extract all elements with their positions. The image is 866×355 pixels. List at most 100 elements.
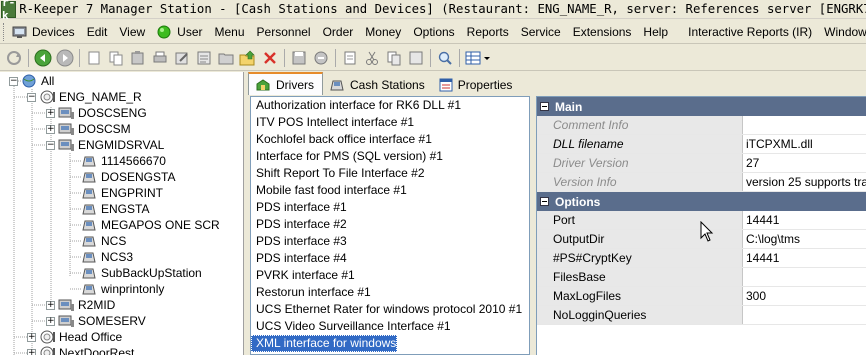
tab-drivers[interactable]: Drivers xyxy=(248,72,323,95)
collapse-icon[interactable]: − xyxy=(27,92,36,102)
edit-icon[interactable] xyxy=(172,48,192,68)
property-value[interactable]: 300 xyxy=(743,287,866,305)
list-item[interactable]: UCS Video Surveillance Interface #1 xyxy=(251,318,529,335)
forward-icon[interactable] xyxy=(55,48,75,68)
tree-node-all[interactable]: − All xyxy=(9,73,54,89)
folder-up-icon[interactable] xyxy=(238,48,258,68)
drivers-list[interactable]: Authorization interface for RK6 DLL #1 I… xyxy=(250,96,530,355)
list-item[interactable]: PDS interface #3 xyxy=(251,233,529,250)
list-item[interactable]: UCS Ethernet Rater for windows protocol … xyxy=(251,301,529,318)
tree-node-station[interactable]: ENGPRINT xyxy=(81,185,163,201)
menu-interactive-reports[interactable]: Interactive Reports (IR) xyxy=(682,21,818,43)
list-item[interactable]: PDS interface #1 xyxy=(251,199,529,216)
save-icon[interactable] xyxy=(289,48,309,68)
tree-node-restaurant[interactable]: + NextDoorRest xyxy=(27,345,134,355)
menu-help[interactable]: Help xyxy=(637,21,674,43)
tree-node-cash-server[interactable]: + R2MID xyxy=(46,297,115,313)
menu-reports[interactable]: Reports xyxy=(461,21,515,43)
collapse-icon[interactable]: − xyxy=(9,76,18,86)
menubar-grip[interactable] xyxy=(3,22,4,41)
tree-node-cash-server[interactable]: − ENGMIDSRVAL xyxy=(46,137,164,153)
copy-icon[interactable] xyxy=(106,48,126,68)
copy-doc-icon[interactable] xyxy=(384,48,404,68)
property-row[interactable]: Comment Info xyxy=(537,116,866,135)
property-row[interactable]: Driver Version 27 xyxy=(537,154,866,173)
list-item[interactable]: Interface for PMS (SQL version) #1 xyxy=(251,148,529,165)
list-item[interactable]: PVRK interface #1 xyxy=(251,267,529,284)
tree-node-station[interactable]: MEGAPOS ONE SCR xyxy=(81,217,220,233)
property-value[interactable]: C:\log\tms xyxy=(743,230,866,248)
tree-node-cash-server[interactable]: + DOSCSENG xyxy=(46,105,147,121)
panel-splitter[interactable] xyxy=(531,96,535,355)
cut-icon[interactable] xyxy=(362,48,382,68)
property-value[interactable] xyxy=(743,116,866,134)
delete-icon[interactable] xyxy=(260,48,280,68)
find-icon[interactable] xyxy=(435,48,455,68)
list-item[interactable]: Kochlofel back office interface #1 xyxy=(251,131,529,148)
tab-cash-stations[interactable]: Cash Stations xyxy=(323,74,433,95)
list-item-selected[interactable]: XML interface for windows #1 xyxy=(251,335,413,352)
menu-menu[interactable]: Menu xyxy=(209,21,251,43)
tree-node-station[interactable]: NCS xyxy=(81,233,126,249)
property-row[interactable]: #PS#CryptKey 14441 xyxy=(537,249,866,268)
property-row[interactable]: FilesBase xyxy=(537,268,866,287)
back-icon[interactable] xyxy=(33,48,53,68)
property-row[interactable]: NoLogginQueries xyxy=(537,306,866,325)
property-value[interactable]: iTCPXML.dll xyxy=(743,135,866,153)
collapse-icon[interactable]: − xyxy=(46,140,55,150)
property-row[interactable]: DLL filename iTCPXML.dll xyxy=(537,135,866,154)
expand-icon[interactable]: + xyxy=(46,124,55,134)
tree-node-restaurant[interactable]: − ENG_NAME_R xyxy=(27,89,142,105)
list-item[interactable]: Restorun interface #1 xyxy=(251,284,529,301)
property-row[interactable]: MaxLogFiles 300 xyxy=(537,287,866,306)
menu-view[interactable]: View xyxy=(113,21,151,43)
list-item[interactable]: Authorization interface for RK6 DLL #1 xyxy=(251,97,529,114)
expand-icon[interactable]: + xyxy=(27,348,36,355)
property-value[interactable]: version 25 supports transp xyxy=(743,173,866,191)
menu-money[interactable]: Money xyxy=(359,21,407,43)
tree-node-cash-server[interactable]: + DOSCSM xyxy=(46,121,131,137)
paste-icon[interactable] xyxy=(128,48,148,68)
tree-node-station[interactable]: SubBackUpStation xyxy=(81,265,202,281)
menu-options[interactable]: Options xyxy=(407,21,460,43)
tree-node-station[interactable]: NCS3 xyxy=(81,249,133,265)
folder-icon[interactable] xyxy=(216,48,236,68)
menu-devices[interactable]: Devices xyxy=(6,21,81,43)
list-item[interactable]: Shift Report To File Interface #2 xyxy=(251,165,529,182)
property-value[interactable]: 27 xyxy=(743,154,866,172)
tree-node-station[interactable]: ENGSTA xyxy=(81,201,149,217)
menu-window[interactable]: Window xyxy=(818,21,866,43)
property-value[interactable]: 14441 xyxy=(743,211,866,229)
collapse-icon[interactable] xyxy=(540,197,549,206)
new-icon[interactable] xyxy=(84,48,104,68)
list-item[interactable]: ITV POS Intellect interface #1 xyxy=(251,114,529,131)
tree-node-station[interactable]: DOSENGSTA xyxy=(81,169,175,185)
grid-icon[interactable] xyxy=(464,48,492,68)
property-value[interactable] xyxy=(743,268,866,286)
restaurant-tree[interactable]: − All − ENG_NAME_R + DOSCSENG + DOSCSM −… xyxy=(0,72,244,355)
property-row[interactable]: Version Info version 25 supports transp xyxy=(537,173,866,192)
list-item[interactable]: Mobile fast food interface #1 xyxy=(251,182,529,199)
tree-node-station[interactable]: winprintonly xyxy=(81,281,164,297)
expand-icon[interactable]: + xyxy=(46,108,55,118)
collapse-icon[interactable] xyxy=(540,102,549,111)
menu-user[interactable]: User xyxy=(151,21,208,43)
menu-edit[interactable]: Edit xyxy=(81,21,114,43)
expand-icon[interactable]: + xyxy=(46,316,55,326)
property-value[interactable] xyxy=(743,306,866,324)
document-icon[interactable] xyxy=(340,48,360,68)
list-item[interactable]: PDS interface #4 xyxy=(251,250,529,267)
tree-node-station[interactable]: 1114566670 xyxy=(81,153,166,169)
expand-icon[interactable]: + xyxy=(46,300,55,310)
menu-service[interactable]: Service xyxy=(515,21,567,43)
property-value[interactable]: 14441 xyxy=(743,249,866,267)
cancel-icon[interactable] xyxy=(311,48,331,68)
tree-node-restaurant[interactable]: + Head Office xyxy=(27,329,122,345)
print-icon[interactable] xyxy=(150,48,170,68)
menu-extensions[interactable]: Extensions xyxy=(567,21,638,43)
refresh-icon[interactable] xyxy=(4,48,24,68)
category-main[interactable]: Main xyxy=(537,97,866,116)
list-item[interactable]: PDS interface #2 xyxy=(251,216,529,233)
menu-personnel[interactable]: Personnel xyxy=(251,21,317,43)
menu-order[interactable]: Order xyxy=(317,21,360,43)
